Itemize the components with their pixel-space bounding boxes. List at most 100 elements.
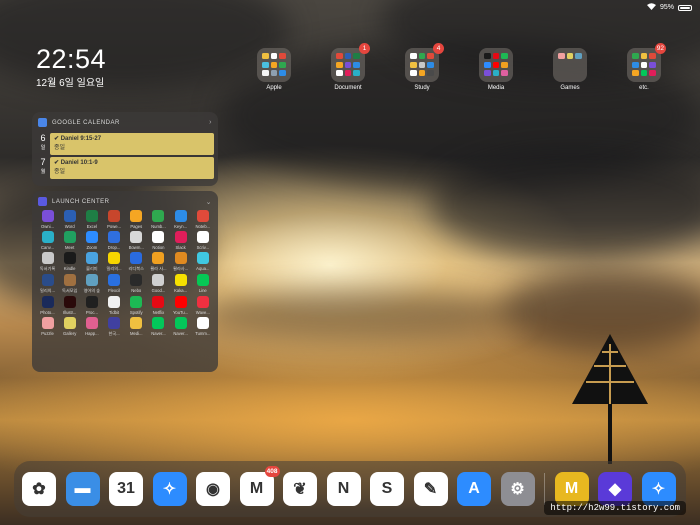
launch-center-widget[interactable]: LAUNCH CENTER ⌄ Owni... Word Excel Powe... P… bbox=[32, 191, 218, 372]
folder-icon bbox=[257, 48, 291, 82]
launcher-app[interactable]: Canv... bbox=[37, 231, 58, 250]
app-label: Noteb... bbox=[195, 224, 211, 229]
icon-glyph: ✧ bbox=[162, 481, 177, 498]
event-duration: 종일 bbox=[54, 169, 66, 175]
launcher-app[interactable]: Tumm... bbox=[192, 317, 213, 337]
launcher-app[interactable]: Happ... bbox=[81, 317, 102, 337]
app-icon bbox=[108, 231, 121, 243]
launcher-app[interactable]: Meet bbox=[59, 231, 80, 250]
app-icon bbox=[196, 231, 209, 243]
launcher-app[interactable]: Scriv... bbox=[192, 231, 213, 250]
launcher-app[interactable]: Puzzle bbox=[37, 317, 58, 337]
folder-apple[interactable]: Apple bbox=[256, 48, 292, 91]
launcher-app[interactable]: 리디북스 bbox=[126, 252, 147, 272]
launcher-app[interactable]: Nebo bbox=[126, 274, 147, 294]
app-icon bbox=[174, 231, 187, 243]
gmail-app-icon[interactable]: M 408 bbox=[239, 466, 280, 506]
google-calendar-app-icon[interactable]: 31 bbox=[109, 472, 143, 506]
notion-app-icon[interactable]: N bbox=[326, 472, 361, 506]
launcher-app[interactable]: Good... bbox=[148, 274, 169, 294]
chevron-right-icon[interactable]: › bbox=[209, 119, 212, 126]
launcher-app[interactable]: Owni... bbox=[37, 210, 58, 229]
launcher-app[interactable]: Numb... bbox=[148, 210, 169, 229]
folder-study[interactable]: 4 Study bbox=[404, 43, 444, 91]
launcher-app[interactable]: Gallery bbox=[59, 317, 80, 337]
launcher-app[interactable]: Proc... bbox=[81, 296, 102, 315]
launcher-app[interactable]: Tidbit bbox=[104, 296, 125, 315]
launcher-app[interactable]: Zoom bbox=[81, 231, 102, 250]
launcher-app[interactable]: Illustr... bbox=[59, 296, 80, 315]
launcher-app[interactable]: Medi... bbox=[126, 317, 147, 337]
calendar-event-row[interactable]: 7 월 ✔ Daniel 10:1-9 종일 bbox=[36, 157, 214, 179]
app-label: Naver... bbox=[151, 331, 166, 336]
launcher-app[interactable]: Pages bbox=[126, 210, 147, 229]
app-label: Nebo bbox=[131, 288, 142, 293]
launcher-app[interactable]: Keyn... bbox=[170, 210, 191, 229]
scrivener-app-icon[interactable]: S bbox=[370, 472, 404, 506]
safari-app-icon[interactable]: ✧ bbox=[152, 472, 187, 506]
launcher-app[interactable]: 블리미 bbox=[81, 252, 102, 272]
files-app-icon[interactable]: ▬ bbox=[65, 472, 100, 506]
app-label: Medi... bbox=[129, 331, 143, 336]
launcher-app[interactable]: 한국... bbox=[104, 317, 125, 337]
launcher-app[interactable]: 윌라사... bbox=[170, 252, 191, 272]
folder-games[interactable]: Games bbox=[552, 48, 588, 91]
launcher-app[interactable]: 독서기록 bbox=[37, 252, 58, 272]
settings-app-icon[interactable]: ⚙ bbox=[500, 472, 535, 506]
app-icon bbox=[130, 317, 143, 329]
launcher-app[interactable]: 윌라 사... bbox=[148, 252, 169, 272]
launcher-app[interactable]: Notion bbox=[148, 231, 169, 250]
app-store-app-icon[interactable]: A bbox=[457, 472, 491, 506]
app-icon bbox=[63, 231, 76, 243]
launcher-app[interactable]: Word bbox=[59, 210, 80, 229]
app-label: Pages bbox=[130, 224, 143, 229]
calendar-event[interactable]: ✔ Daniel 9:15-27 종일 bbox=[50, 133, 214, 155]
photos-app-icon[interactable]: ✿ bbox=[22, 472, 56, 506]
launcher-app[interactable]: Slack bbox=[170, 231, 191, 250]
chrome-app-icon[interactable]: ◉ bbox=[196, 472, 230, 506]
goodnotes-app-icon[interactable]: ✎ bbox=[413, 472, 448, 506]
google-calendar-widget[interactable]: GOOGLE CALENDAR › 6 일 ✔ Daniel 9:15-27 종… bbox=[32, 112, 218, 186]
wifi-icon bbox=[646, 3, 656, 12]
calendar-event-row[interactable]: 6 일 ✔ Daniel 9:15-27 종일 bbox=[36, 133, 214, 155]
launcher-app[interactable]: 밀리의... bbox=[104, 252, 125, 272]
launcher-app[interactable]: Flexcil bbox=[104, 274, 125, 294]
launcher-app[interactable]: Powe... bbox=[104, 210, 125, 229]
app-label: Slack bbox=[175, 245, 186, 250]
launcher-app[interactable]: 영어의 숲 bbox=[81, 274, 102, 294]
launcher-app[interactable]: Kaka... bbox=[170, 274, 191, 294]
app-label: 블리미 bbox=[86, 266, 98, 271]
app-label: Netflix bbox=[152, 310, 165, 315]
launcher-app[interactable]: Excel bbox=[81, 210, 102, 229]
folder-document[interactable]: 1 Document bbox=[330, 43, 370, 91]
event-title: ✔ Daniel 9:15-27 bbox=[54, 136, 102, 142]
launcher-app[interactable]: Wave... bbox=[192, 296, 213, 315]
app-label: 윌라 사... bbox=[150, 266, 167, 271]
app-icon bbox=[152, 210, 165, 222]
app-icon bbox=[152, 252, 165, 264]
launcher-app[interactable]: Spotify bbox=[126, 296, 147, 315]
launcher-app[interactable]: YouTu... bbox=[170, 296, 191, 315]
icon-glyph: ❦ bbox=[293, 481, 307, 498]
launcher-app[interactable]: Aqua... bbox=[192, 252, 213, 272]
launcher-app[interactable]: Bowm... bbox=[126, 231, 147, 250]
calendar-event[interactable]: ✔ Daniel 10:1-9 종일 bbox=[50, 157, 214, 179]
evernote-app-icon[interactable]: ❦ bbox=[283, 472, 317, 506]
launcher-app[interactable]: 독서모임 bbox=[59, 274, 80, 294]
event-date: 6 일 bbox=[40, 133, 46, 151]
launcher-app[interactable]: Kindle bbox=[59, 252, 80, 272]
launcher-app[interactable]: Drop... bbox=[104, 231, 125, 250]
folder-media[interactable]: Media bbox=[478, 48, 514, 91]
folder-etc[interactable]: 92 etc. bbox=[626, 43, 666, 91]
launcher-app[interactable]: Netflix bbox=[148, 296, 169, 315]
app-icon bbox=[63, 210, 76, 222]
launcher-app[interactable]: Line bbox=[192, 274, 213, 294]
launcher-app[interactable]: Naver... bbox=[148, 317, 169, 337]
status-bar: 95% bbox=[646, 3, 692, 12]
chevron-down-icon[interactable]: ⌄ bbox=[206, 198, 212, 206]
launcher-app[interactable]: 밀리의... bbox=[37, 274, 58, 294]
launcher-app[interactable]: Naver... bbox=[170, 317, 191, 337]
app-icon bbox=[85, 296, 98, 308]
launcher-app[interactable]: Photo... bbox=[37, 296, 58, 315]
launcher-app[interactable]: Noteb... bbox=[192, 210, 213, 229]
